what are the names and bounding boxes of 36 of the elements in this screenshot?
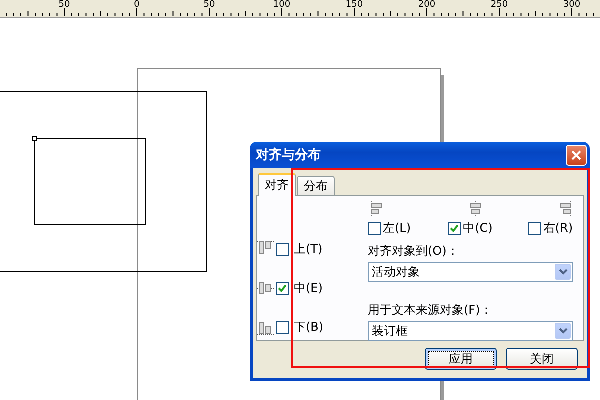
- checkbox-label[interactable]: 右(R): [543, 220, 573, 237]
- caret-icon: [558, 269, 568, 275]
- dropdown[interactable]: 活动对象: [368, 262, 573, 282]
- ruler-label: 50: [58, 0, 70, 10]
- checkbox[interactable]: [368, 222, 381, 235]
- checkbox-label[interactable]: 下(B): [294, 318, 324, 336]
- ruler-label: 50: [204, 0, 216, 10]
- checkbox-label[interactable]: 中(E): [294, 280, 323, 296]
- tab[interactable]: 分布: [297, 176, 335, 195]
- checkbox[interactable]: [276, 242, 289, 256]
- checkbox[interactable]: [276, 282, 289, 294]
- ruler-label: 200: [418, 0, 436, 10]
- ruler-label: 150: [346, 0, 364, 10]
- ruler-label: 250: [490, 0, 508, 10]
- window-title: 对齐与分布: [256, 146, 321, 164]
- ruler-label: 300: [563, 0, 581, 10]
- checkbox[interactable]: [276, 320, 289, 334]
- checkbox[interactable]: [448, 222, 462, 235]
- dropdown[interactable]: 装订框: [368, 321, 573, 341]
- caret-icon: [558, 328, 568, 334]
- checkbox[interactable]: [528, 222, 542, 235]
- dialog-button[interactable]: 关闭: [506, 348, 578, 370]
- field-label: 对齐对象到(O)：: [368, 243, 460, 259]
- checkbox-label[interactable]: 中(C): [463, 220, 493, 237]
- corner-handle[interactable]: [32, 136, 37, 141]
- checkbox-label[interactable]: 左(L): [383, 220, 412, 237]
- ruler-label: 100: [273, 0, 291, 10]
- tab[interactable]: 对齐: [258, 173, 296, 196]
- dialog-button[interactable]: 应用: [425, 348, 497, 370]
- field-label: 用于文本来源对象(F)：: [368, 302, 494, 318]
- close-icon: [571, 150, 582, 160]
- close-button[interactable]: [566, 144, 587, 166]
- ruler-label: 0: [134, 0, 140, 10]
- align-icon: [468, 200, 484, 218]
- checkbox-label[interactable]: 上(T): [294, 240, 323, 258]
- rectangle-shape[interactable]: [34, 138, 146, 225]
